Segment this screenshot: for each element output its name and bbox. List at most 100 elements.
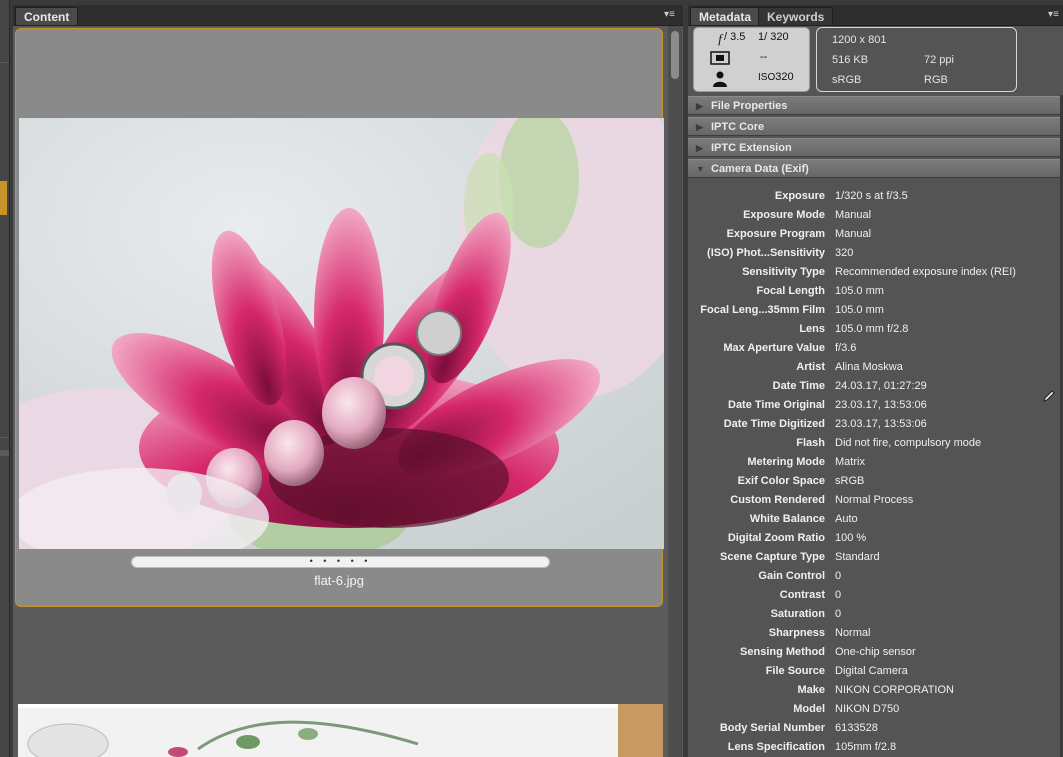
- exif-value[interactable]: Normal: [835, 624, 870, 643]
- color-profile: sRGB: [832, 74, 862, 86]
- exif-row: Gain Control 0: [688, 567, 1060, 586]
- exif-value[interactable]: One-chip sensor: [835, 643, 916, 662]
- exif-row: Sensitivity Type Recommended exposure ind…: [688, 263, 1060, 282]
- selection-accent: [0, 181, 7, 215]
- exif-key: Date Time Original: [728, 399, 825, 411]
- exif-value[interactable]: Alina Moskwa: [835, 358, 903, 377]
- exif-row: Artist Alina Moskwa: [688, 358, 1060, 377]
- exif-value[interactable]: Digital Camera: [835, 662, 908, 681]
- edit-pencil-icon[interactable]: [1042, 389, 1056, 403]
- panel-menu-icon[interactable]: ▾≡: [664, 9, 675, 21]
- tab-metadata[interactable]: Metadata: [690, 7, 761, 25]
- exif-row: Scene Capture Type Standard: [688, 548, 1060, 567]
- exif-row: Make NIKON CORPORATION: [688, 681, 1060, 700]
- thumbnail-card[interactable]: • • • • • flat-6.jpg: [15, 28, 664, 607]
- exif-row: Saturation 0: [688, 605, 1060, 624]
- exif-value[interactable]: 0: [835, 567, 841, 586]
- exif-value[interactable]: Recommended exposure index (REI): [835, 263, 1016, 282]
- exif-value[interactable]: Did not fire, compulsory mode: [835, 434, 981, 453]
- tab-keywords[interactable]: Keywords: [758, 7, 834, 25]
- content-scrollbar[interactable]: [668, 26, 682, 757]
- exif-key: Scene Capture Type: [720, 551, 825, 563]
- content-panel-header: Content ▾≡: [13, 5, 683, 26]
- exif-value[interactable]: 24.03.17, 01:27:29: [835, 377, 927, 396]
- exif-row: Date Time Original 23.03.17, 13:53:06: [688, 396, 1060, 415]
- exif-value[interactable]: Manual: [835, 225, 871, 244]
- thumbnail-filename[interactable]: flat-6.jpg: [16, 573, 662, 588]
- exif-row: Body Serial Number 6133528: [688, 719, 1060, 738]
- exif-row: Flash Did not fire, compulsory mode: [688, 434, 1060, 453]
- exif-key: Digital Zoom Ratio: [727, 532, 825, 544]
- exif-value[interactable]: 1/320 s at f/3.5: [835, 187, 908, 206]
- exif-value[interactable]: Standard: [835, 548, 880, 567]
- exif-row: Lens 105.0 mm f/2.8: [688, 320, 1060, 339]
- exif-row: White Balance Auto: [688, 510, 1060, 529]
- exif-row: Metering Mode Matrix: [688, 453, 1060, 472]
- exif-row: Date Time Digitized 23.03.17, 13:53:06: [688, 415, 1060, 434]
- exif-value[interactable]: Manual: [835, 206, 871, 225]
- exif-row: Lens Specification 105mm f/2.8: [688, 738, 1060, 757]
- section-label: IPTC Extension: [711, 142, 792, 154]
- exif-key: Date Time Digitized: [723, 418, 825, 430]
- exif-value[interactable]: 105.0 mm: [835, 282, 884, 301]
- exif-value[interactable]: sRGB: [835, 472, 864, 491]
- section-iptc-extension[interactable]: ▶ IPTC Extension: [688, 138, 1060, 157]
- exif-key: Artist: [796, 361, 825, 373]
- aperture-value: / 3.5: [724, 31, 746, 43]
- exif-key: Focal Length: [756, 285, 825, 297]
- exif-row: Sensing Method One-chip sensor: [688, 643, 1060, 662]
- exif-key: Saturation: [770, 608, 825, 620]
- panel-menu-icon[interactable]: ▾≡: [1048, 9, 1059, 21]
- section-iptc-core[interactable]: ▶ IPTC Core: [688, 117, 1060, 136]
- exif-value[interactable]: 6133528: [835, 719, 878, 738]
- exif-value[interactable]: NIKON D750: [835, 700, 899, 719]
- metadata-panel: Metadata Keywords ▾≡ f / 3.5 1/ 320 -- I…: [688, 5, 1063, 757]
- exif-value[interactable]: Matrix: [835, 453, 865, 472]
- exif-key: File Source: [765, 665, 825, 677]
- section-camera-data-exif[interactable]: ▼ Camera Data (Exif): [688, 159, 1060, 178]
- exif-key: Model: [793, 703, 825, 715]
- section-file-properties[interactable]: ▶ File Properties: [688, 96, 1060, 115]
- exif-key: Exif Color Space: [737, 475, 825, 487]
- exif-value[interactable]: f/3.6: [835, 339, 856, 358]
- exif-value[interactable]: 0: [835, 586, 841, 605]
- next-thumbnail-image[interactable]: [18, 704, 663, 757]
- exif-row: Date Time 24.03.17, 01:27:29: [688, 377, 1060, 396]
- resolution: 72 ppi: [924, 54, 954, 66]
- content-scrollbar-thumb[interactable]: [671, 31, 679, 79]
- tab-content[interactable]: Content: [15, 7, 79, 25]
- exif-row: Custom Rendered Normal Process: [688, 491, 1060, 510]
- exif-row: Exif Color Space sRGB: [688, 472, 1060, 491]
- exif-value[interactable]: 105mm f/2.8: [835, 738, 896, 757]
- exif-key: White Balance: [749, 513, 825, 525]
- collapsed-triangle-icon: ▶: [696, 143, 703, 153]
- exif-key: Gain Control: [758, 570, 825, 582]
- exif-value[interactable]: Normal Process: [835, 491, 913, 510]
- exif-value[interactable]: 320: [835, 244, 853, 263]
- exif-key: Lens Specification: [727, 741, 825, 753]
- strip-splitter[interactable]: [0, 450, 9, 456]
- exif-value[interactable]: 0: [835, 605, 841, 624]
- exif-key: Sharpness: [768, 627, 825, 639]
- exif-value[interactable]: 23.03.17, 13:53:06: [835, 396, 927, 415]
- exif-row: Model NIKON D750: [688, 700, 1060, 719]
- section-label: IPTC Core: [711, 121, 765, 133]
- shutter-value: 1/ 320: [758, 31, 789, 43]
- exif-value[interactable]: 105.0 mm: [835, 301, 884, 320]
- exif-value[interactable]: NIKON CORPORATION: [835, 681, 954, 700]
- exif-row: Digital Zoom Ratio 100 %: [688, 529, 1060, 548]
- exif-key: Body Serial Number: [719, 722, 825, 734]
- exif-value[interactable]: 105.0 mm f/2.8: [835, 320, 908, 339]
- exif-value[interactable]: 23.03.17, 13:53:06: [835, 415, 927, 434]
- rating-bar[interactable]: • • • • •: [131, 556, 550, 568]
- exif-row: Sharpness Normal: [688, 624, 1060, 643]
- exif-key: Lens: [799, 323, 825, 335]
- collapsed-triangle-icon: ▶: [696, 101, 703, 111]
- section-label: Camera Data (Exif): [711, 163, 809, 175]
- exif-value[interactable]: Auto: [835, 510, 858, 529]
- exif-row: (ISO) Phot...Sensitivity 320: [688, 244, 1060, 263]
- thumbnail-image[interactable]: [19, 118, 664, 549]
- exif-key: Focal Leng...35mm Film: [700, 304, 825, 316]
- exif-value[interactable]: 100 %: [835, 529, 866, 548]
- file-info-box: 1200 x 801 516 KB 72 ppi sRGB RGB: [816, 27, 1017, 92]
